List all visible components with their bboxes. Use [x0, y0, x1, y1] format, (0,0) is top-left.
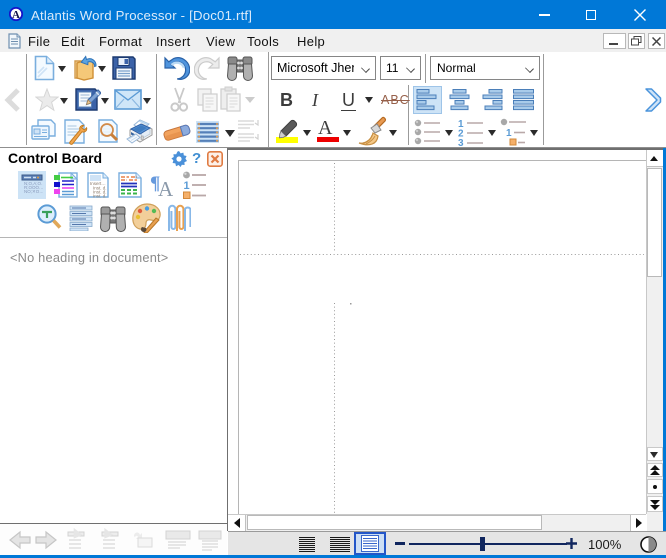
svg-text:1: 1	[506, 128, 512, 139]
svg-text:A: A	[12, 9, 20, 21]
svg-text:3: 3	[458, 138, 464, 146]
svg-text:1: 1	[184, 180, 190, 192]
svg-text:Inst. d.: Inst. d.	[93, 194, 107, 199]
svg-text:A: A	[158, 177, 174, 198]
svg-text:NO;✕O…O;: NO;✕O…O;	[24, 189, 43, 194]
